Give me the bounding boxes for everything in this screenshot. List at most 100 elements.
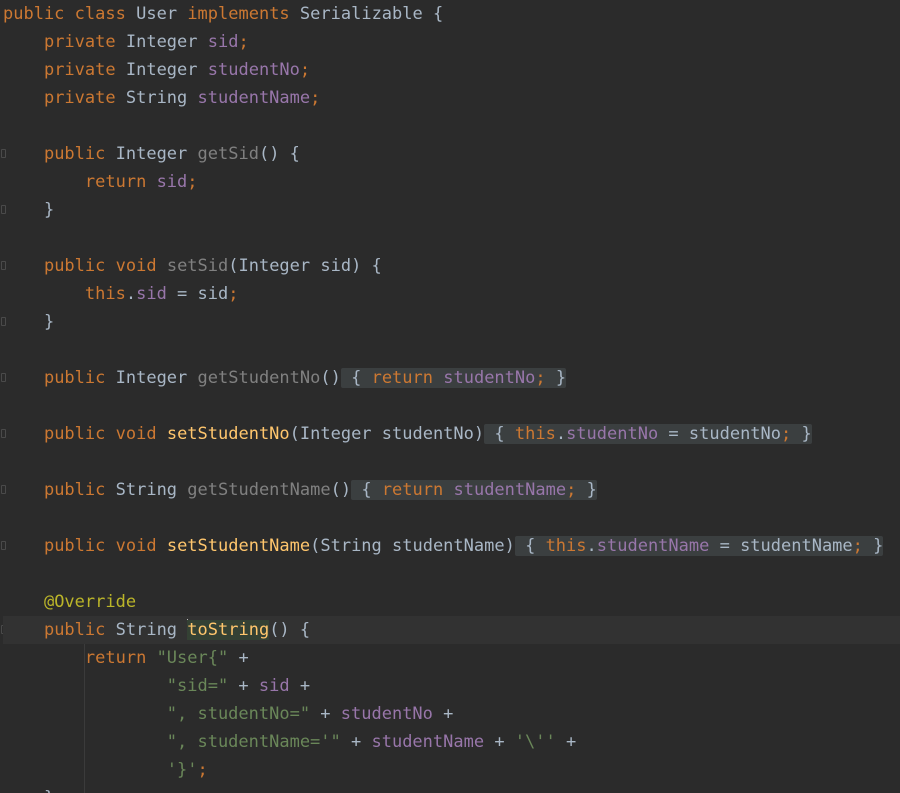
- code-line-14[interactable]: public Integer getStudentNo() { return s…: [3, 364, 900, 392]
- semicolon: ;: [310, 88, 321, 108]
- code-line-8[interactable]: }: [3, 196, 900, 224]
- semicolon: ;: [197, 760, 208, 780]
- assignment: = studentNo: [658, 424, 782, 444]
- code-line-12[interactable]: }: [3, 308, 900, 336]
- keyword: private: [43, 88, 116, 108]
- brace: {: [484, 424, 505, 444]
- brace: }: [862, 536, 884, 556]
- code-line-1[interactable]: public class User implements Serializabl…: [3, 0, 900, 28]
- code-line-3[interactable]: private Integer studentNo;: [3, 56, 900, 84]
- keyword: this: [514, 424, 556, 444]
- folded-region[interactable]: { this.studentNo = studentNo; }: [484, 424, 812, 444]
- method-name: toString: [187, 620, 270, 640]
- type-name: Integer: [125, 32, 198, 52]
- operator: +: [555, 732, 577, 752]
- semicolon: ;: [228, 284, 239, 304]
- field-name: sid: [136, 284, 167, 304]
- code-line-21[interactable]: [3, 560, 900, 588]
- code-line-23[interactable]: public String toString() {: [3, 616, 900, 644]
- type-name: Integer: [115, 368, 188, 388]
- field-name: sid: [207, 32, 239, 52]
- field-name: studentNo: [207, 60, 300, 80]
- field-name: studentName: [197, 88, 311, 108]
- code-line-20[interactable]: public void setStudentName(String studen…: [3, 532, 900, 560]
- parameters: (Integer studentNo): [289, 424, 485, 444]
- keyword: public: [43, 620, 106, 640]
- punctuation: (): [320, 368, 341, 388]
- keyword: void: [115, 536, 157, 556]
- code-area[interactable]: public class User implements Serializabl…: [3, 0, 900, 793]
- method-name: setStudentName: [166, 536, 311, 556]
- code-line-17[interactable]: [3, 448, 900, 476]
- brace: {: [514, 536, 536, 556]
- code-line-15[interactable]: [3, 392, 900, 420]
- brace: {: [351, 480, 372, 500]
- punctuation: .: [555, 424, 567, 444]
- method-name: getStudentName: [187, 480, 331, 500]
- keyword: implements: [187, 4, 290, 24]
- assignment: = studentName: [709, 536, 853, 556]
- keyword: this: [545, 536, 587, 556]
- code-editor[interactable]: public class User implements Serializabl…: [0, 0, 900, 793]
- folded-region[interactable]: { this.studentName = studentName; }: [514, 536, 884, 556]
- punctuation: () {: [258, 144, 300, 164]
- semicolon: ;: [238, 32, 249, 52]
- code-line-25[interactable]: "sid=" + sid +: [3, 672, 900, 700]
- field-name: sid: [156, 172, 188, 192]
- operator: +: [228, 648, 249, 668]
- brace: }: [545, 368, 567, 388]
- keyword: return: [84, 172, 147, 192]
- code-line-24[interactable]: return "User{" +: [3, 644, 900, 672]
- string-literal: ", studentNo=": [166, 704, 311, 724]
- keyword: public: [43, 480, 106, 500]
- keyword: this: [84, 284, 126, 304]
- semicolon: ;: [566, 480, 577, 500]
- punctuation: () {: [269, 620, 311, 640]
- code-line-29[interactable]: }: [3, 784, 900, 793]
- field-name: studentNo: [340, 704, 433, 724]
- folded-region[interactable]: { return studentNo; }: [340, 368, 567, 388]
- type-name: String: [125, 88, 188, 108]
- code-line-27[interactable]: ", studentName='" + studentName + '\'' +: [3, 728, 900, 756]
- method-name: getStudentNo: [197, 368, 321, 388]
- brace: }: [43, 200, 55, 220]
- keyword: return: [84, 648, 147, 668]
- brace: }: [576, 480, 597, 500]
- code-line-9[interactable]: [3, 224, 900, 252]
- code-line-18[interactable]: public String getStudentName() { return …: [3, 476, 900, 504]
- code-line-16[interactable]: public void setStudentNo(Integer student…: [3, 420, 900, 448]
- code-line-10[interactable]: public void setSid(Integer sid) {: [3, 252, 900, 280]
- class-name: User: [136, 4, 178, 24]
- code-line-13[interactable]: [3, 336, 900, 364]
- method-name: setStudentNo: [166, 424, 290, 444]
- semicolon: ;: [781, 424, 792, 444]
- code-line-19[interactable]: [3, 504, 900, 532]
- operator: +: [289, 676, 311, 696]
- code-line-2[interactable]: private Integer sid;: [3, 28, 900, 56]
- code-line-11[interactable]: this.sid = sid;: [3, 280, 900, 308]
- annotation: @Override: [43, 592, 137, 612]
- semicolon: ;: [187, 172, 198, 192]
- field-name: studentName: [596, 536, 710, 556]
- type-name: Integer: [125, 60, 198, 80]
- code-line-5[interactable]: [3, 112, 900, 140]
- operator: +: [484, 732, 515, 752]
- code-line-26[interactable]: ", studentNo=" + studentNo +: [3, 700, 900, 728]
- operator: +: [340, 732, 372, 752]
- brace: {: [433, 4, 444, 24]
- method-name: setSid: [166, 256, 229, 276]
- code-line-28[interactable]: '}';: [3, 756, 900, 784]
- brace: {: [340, 368, 362, 388]
- code-line-22[interactable]: @Override: [3, 588, 900, 616]
- keyword: public: [43, 368, 106, 388]
- folded-region[interactable]: { return studentName; }: [351, 480, 597, 500]
- keyword: public: [3, 4, 65, 24]
- keyword: return: [371, 368, 433, 388]
- type-name: String: [115, 620, 178, 640]
- code-line-7[interactable]: return sid;: [3, 168, 900, 196]
- semicolon: ;: [299, 60, 311, 80]
- type-name: String: [115, 480, 178, 500]
- char-literal: '}': [166, 760, 198, 780]
- code-line-4[interactable]: private String studentName;: [3, 84, 900, 112]
- code-line-6[interactable]: public Integer getSid() {: [3, 140, 900, 168]
